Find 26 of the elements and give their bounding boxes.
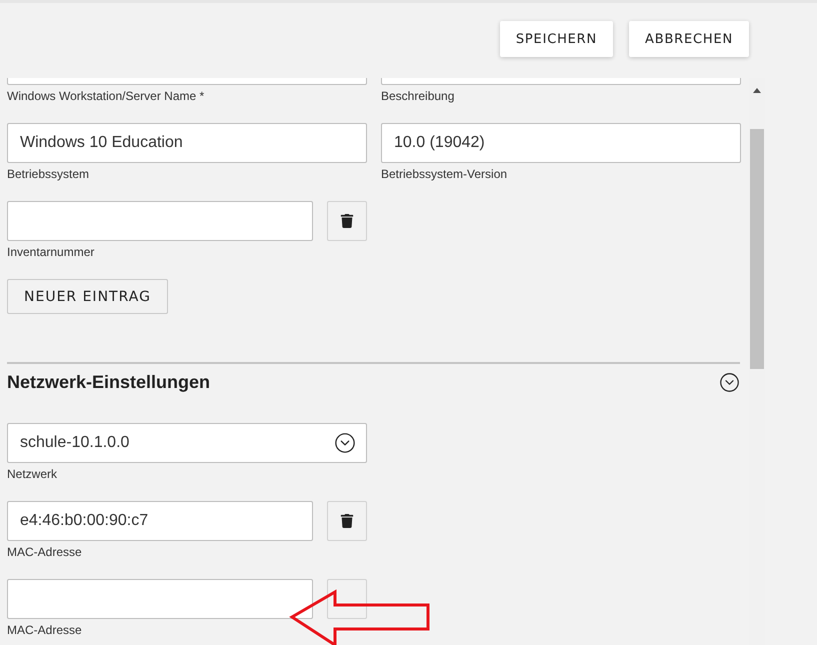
trash-icon (340, 214, 354, 228)
field-label: MAC-Adresse (7, 623, 83, 637)
header-button[interactable]: ABBRECHEN (629, 21, 749, 57)
text-field[interactable] (7, 579, 313, 619)
field-label: Netzwerk (7, 467, 58, 481)
trash-icon (340, 514, 354, 528)
network-select[interactable]: schule-10.1.0.0 (7, 423, 367, 463)
field-label: Beschreibung (381, 89, 456, 103)
scroll-up-icon[interactable] (753, 88, 761, 93)
section-title: Netzwerk-Einstellungen (7, 372, 210, 393)
new-entry-button[interactable]: NEUER EINTRAG (7, 279, 168, 314)
text-field[interactable]: Windows 10 Education (7, 123, 367, 163)
field-label: MAC-Adresse (7, 545, 83, 559)
field-label: Betriebssystem (7, 167, 90, 181)
field-label: Inventarnummer (7, 245, 96, 259)
field-label: Windows Workstation/Server Name * (7, 89, 206, 103)
delete-button[interactable] (327, 501, 367, 541)
field-label: Betriebssystem-Version (381, 167, 508, 181)
text-field[interactable]: 10.0 (19042) (381, 123, 741, 163)
dropdown-icon (334, 432, 356, 454)
text-field[interactable] (7, 201, 313, 241)
header-button[interactable]: SPEICHERN (500, 21, 614, 57)
delete-button[interactable] (327, 201, 367, 241)
collapse-icon[interactable] (719, 372, 740, 393)
scrollbar-thumb[interactable] (750, 129, 764, 369)
text-field[interactable]: e4:46:b0:00:90:c7 (7, 501, 313, 541)
